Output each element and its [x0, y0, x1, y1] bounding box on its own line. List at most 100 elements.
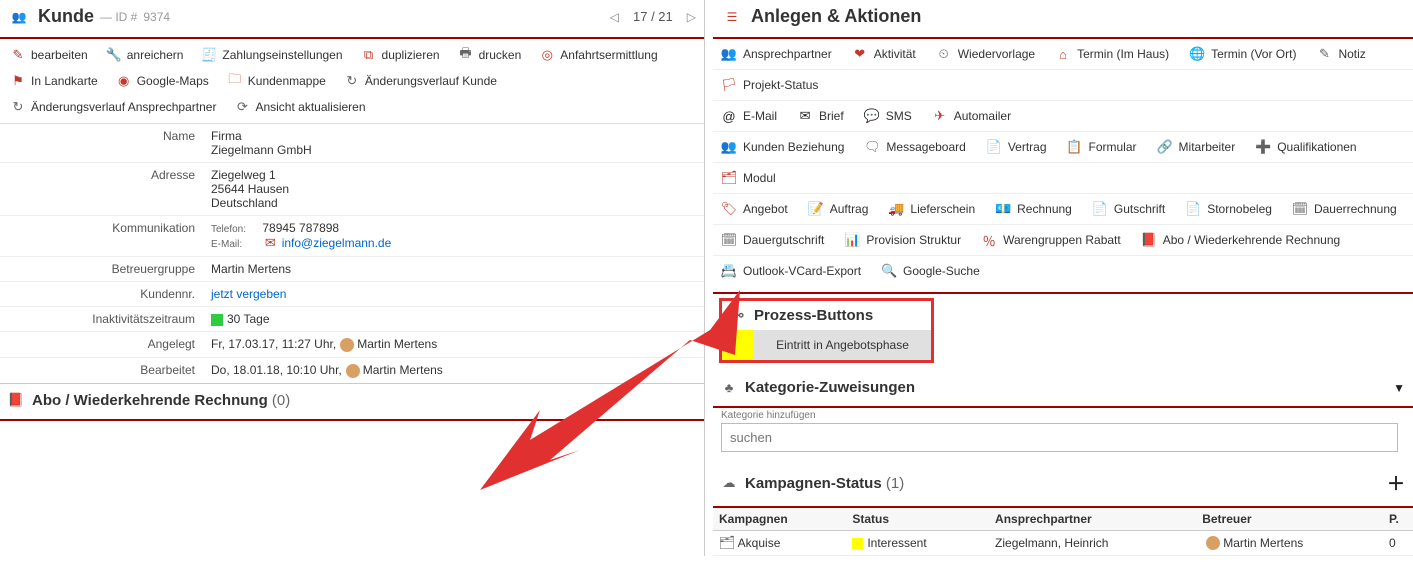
action-letter[interactable]: ✉Brief: [795, 105, 846, 127]
kategorie-search-input[interactable]: [721, 423, 1398, 452]
sms-label: SMS: [886, 109, 912, 123]
email-link[interactable]: info@ziegelmann.de: [282, 236, 392, 250]
employee-icon: 🔗: [1157, 139, 1173, 155]
action-gmaps[interactable]: ◉Google-Maps: [114, 69, 211, 93]
recurr-credit-icon: 🗓: [721, 232, 737, 248]
letter-label: Brief: [819, 109, 844, 123]
gmaps-label: Google-Maps: [137, 74, 209, 88]
list-icon: ☰: [721, 8, 743, 26]
action-sms[interactable]: 💬SMS: [862, 105, 914, 127]
pager-next[interactable]: ▷: [687, 10, 696, 24]
contact-icon: 👥: [721, 46, 737, 62]
table-row[interactable]: 🗂 Akquise Interessent Ziegelmann, Heinri…: [713, 531, 1413, 556]
edited-by: Martin Mertens: [363, 363, 443, 377]
action-recurr-credit[interactable]: 🗓 Dauergutschrift: [719, 229, 826, 251]
vcard-icon: 📇: [721, 263, 737, 279]
action-order[interactable]: 📝Auftrag: [806, 198, 871, 220]
action-contact[interactable]: 👥Ansprechpartner: [719, 43, 834, 65]
action-appt-inhouse[interactable]: ⌂Termin (Im Haus): [1053, 43, 1171, 65]
recurring-icon: 🗓: [1292, 201, 1308, 217]
created-by: Martin Mertens: [357, 337, 437, 351]
route-label: Anfahrtsermittlung: [560, 48, 657, 62]
email-icon: @: [721, 108, 737, 124]
action-enrich[interactable]: 🔧anreichern: [104, 43, 186, 67]
edited-value: Do, 18.01.18, 10:10 Uhr,: [211, 363, 342, 377]
action-contract[interactable]: 📄Vertrag: [984, 136, 1049, 158]
action-module[interactable]: 🗂Modul: [719, 167, 778, 189]
action-resub[interactable]: ⏲Wiedervorlage: [934, 43, 1037, 65]
abo-count: (0): [272, 392, 290, 409]
recurring-label: Dauerrechnung: [1314, 202, 1397, 216]
form-icon: 📋: [1067, 139, 1083, 155]
col-kampagnen: Kampagnen: [713, 508, 846, 531]
refresh-label: Ansicht aktualisieren: [255, 100, 365, 114]
assign-custno-link[interactable]: jetzt vergeben: [211, 287, 286, 301]
duplicate-label: duplizieren: [382, 48, 440, 62]
print-icon: 🖶: [458, 47, 474, 63]
action-refresh[interactable]: ⟳Ansicht aktualisieren: [232, 95, 367, 119]
kategorie-add-label: Kategorie hinzufügen: [721, 410, 1405, 421]
action-gsearch[interactable]: 🔍Google-Suche: [879, 260, 982, 282]
action-delivery[interactable]: 🚚Lieferschein: [886, 198, 977, 220]
action-note[interactable]: ✎Notiz: [1314, 43, 1367, 65]
action-map[interactable]: ⚑In Landkarte: [8, 69, 100, 93]
kampagne-header[interactable]: ☁ Kampagnen-Status (1) ＋: [713, 462, 1413, 508]
delivery-icon: 🚚: [888, 201, 904, 217]
action-form[interactable]: 📋Formular: [1065, 136, 1139, 158]
discount-icon: ％: [981, 232, 997, 248]
action-edit[interactable]: ✎bearbeiten: [8, 43, 90, 67]
action-print[interactable]: 🖶drucken: [456, 43, 524, 67]
process-icon: ⚯: [730, 308, 746, 324]
action-payment-settings[interactable]: 🧾Zahlungseinstellungen: [199, 43, 344, 67]
edit-label: bearbeiten: [31, 48, 88, 62]
action-offer[interactable]: 🏷Angebot: [719, 198, 790, 220]
action-provision[interactable]: 📊Provision Struktur: [842, 229, 963, 251]
kategorie-header[interactable]: ♣ Kategorie-Zuweisungen ▼: [713, 371, 1413, 408]
action-row-6: 🏷Angebot 📝Auftrag 🚚Lieferschein 💶Rechnung 📄G…: [713, 194, 1413, 225]
edited-label: Bearbeitet: [0, 358, 205, 383]
action-route[interactable]: ◎Anfahrtsermittlung: [537, 43, 659, 67]
action-cancel[interactable]: 📄Stornobeleg: [1183, 198, 1274, 220]
process-button[interactable]: Eintritt in Angebotsphase: [754, 330, 931, 360]
group-label: Betreuergruppe: [0, 257, 205, 281]
action-recurring[interactable]: 🗓 Dauerrechnung: [1290, 198, 1399, 220]
order-label: Auftrag: [830, 202, 869, 216]
action-qualif[interactable]: ➕Qualifikationen: [1253, 136, 1358, 158]
gsearch-label: Google-Suche: [903, 264, 980, 278]
status-yellow-icon: [852, 538, 863, 549]
action-activity[interactable]: ❤Aktivität: [850, 43, 918, 65]
action-credit[interactable]: 📄Gutschrift: [1090, 198, 1167, 220]
pager-prev[interactable]: ◁: [610, 10, 619, 24]
avatar-icon: [1206, 536, 1220, 550]
col-p: P.: [1383, 508, 1413, 531]
action-abo[interactable]: 📕Abo / Wiederkehrende Rechnung: [1139, 229, 1342, 251]
row-p: 0: [1383, 531, 1413, 556]
relation-icon: 👥: [721, 139, 737, 155]
action-history-customer[interactable]: ↻Änderungsverlauf Kunde: [342, 69, 499, 93]
msgboard-label: Messageboard: [886, 140, 965, 154]
action-automailer[interactable]: ✈Automailer: [930, 105, 1013, 127]
resub-label: Wiedervorlage: [958, 47, 1035, 61]
action-email[interactable]: @E-Mail: [719, 105, 779, 127]
note-icon: ✎: [1316, 46, 1332, 62]
action-vcard[interactable]: 📇Outlook-VCard-Export: [719, 260, 863, 282]
customer-id: 9374: [143, 10, 170, 24]
action-invoice[interactable]: 💶Rechnung: [993, 198, 1074, 220]
action-employee[interactable]: 🔗 Mitarbeiter: [1155, 136, 1238, 158]
employee-label: Mitarbeiter: [1179, 140, 1236, 154]
row-ansprech: Ziegelmann, Heinrich: [989, 531, 1196, 556]
action-relation[interactable]: 👥Kunden Beziehung: [719, 136, 846, 158]
action-duplicate[interactable]: ⧉duplizieren: [359, 43, 442, 67]
abo-section-header[interactable]: 📕 Abo / Wiederkehrende Rechnung (0): [0, 384, 704, 421]
action-history-contact[interactable]: ↻Änderungsverlauf Ansprechpartner: [8, 95, 218, 119]
name-label: Name: [0, 124, 205, 162]
action-project-status[interactable]: 🏳Projekt-Status: [719, 74, 820, 96]
action-discount[interactable]: ％Warengruppen Rabatt: [979, 229, 1123, 251]
contract-label: Vertrag: [1008, 140, 1047, 154]
chevron-down-icon: ▼: [1393, 381, 1405, 395]
action-msgboard[interactable]: 🗨Messageboard: [862, 136, 967, 158]
action-folder[interactable]: 🗀Kundenmappe: [225, 69, 328, 93]
add-campaign-button[interactable]: ＋: [1387, 470, 1405, 496]
action-appt-onsite[interactable]: 🌐Termin (Vor Ort): [1187, 43, 1298, 65]
recurr-credit-label: Dauergutschrift: [743, 233, 824, 247]
